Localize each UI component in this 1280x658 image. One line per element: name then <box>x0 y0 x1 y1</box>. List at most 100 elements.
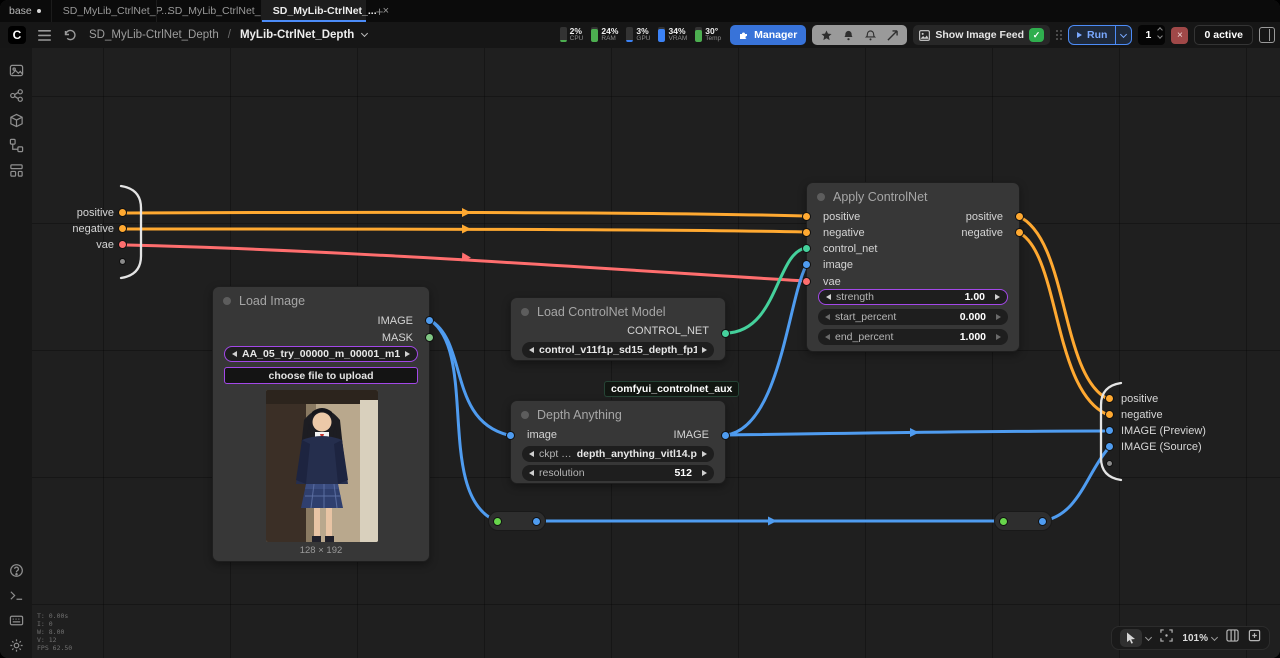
reroute-output-port[interactable] <box>1038 517 1047 526</box>
workflow-tab-2[interactable]: SD_MyLib_CtrlNet_S... <box>156 0 261 22</box>
increment-icon[interactable] <box>996 334 1001 340</box>
combo-next-icon[interactable] <box>702 451 707 457</box>
cancel-run-button[interactable]: × <box>1171 27 1188 44</box>
start-percent-widget[interactable]: start_percent 0.000 <box>818 309 1008 325</box>
image-file-combo-widget[interactable]: AA_05_try_00000_m_00001_m1 … <box>224 346 418 362</box>
minimap-button[interactable] <box>1226 629 1239 647</box>
output-port-positive[interactable] <box>1015 212 1024 221</box>
workspace-indicator[interactable]: base <box>0 0 51 22</box>
star-icon[interactable] <box>821 30 832 41</box>
reroute-node-2[interactable] <box>994 511 1052 531</box>
node-load-image[interactable]: Load Image IMAGE MASK AA_05_try_00000_m_… <box>212 286 430 562</box>
node-depth-anything-header[interactable]: Depth Anything <box>511 401 725 422</box>
decrement-icon[interactable] <box>825 314 830 320</box>
output-port-image[interactable] <box>425 316 434 325</box>
ckpt-combo-widget[interactable]: ckpt … depth_anything_vitl14.pth <box>522 446 714 462</box>
node-collapse-dot[interactable] <box>817 193 825 201</box>
decrement-icon[interactable] <box>826 294 831 300</box>
combo-prev-icon[interactable] <box>529 347 534 353</box>
increment-icon[interactable] <box>702 470 707 476</box>
drag-handle-icon[interactable] <box>1056 30 1062 40</box>
main-menu-icon[interactable] <box>38 30 51 41</box>
node-load-controlnet-header[interactable]: Load ControlNet Model <box>511 298 725 319</box>
subgraph-output-port-positive[interactable] <box>1105 394 1114 403</box>
node-collapse-dot[interactable] <box>223 297 231 305</box>
batch-stepper[interactable] <box>1158 28 1162 38</box>
reroute-input-port[interactable] <box>493 517 502 526</box>
node-load-image-header[interactable]: Load Image <box>213 287 429 308</box>
node-apply-controlnet-header[interactable]: Apply ControlNet <box>807 183 1019 204</box>
increment-icon[interactable] <box>996 314 1001 320</box>
combo-next-icon[interactable] <box>702 347 707 353</box>
notification-icon[interactable] <box>843 30 854 41</box>
manager-button[interactable]: Manager <box>730 25 806 45</box>
undo-icon[interactable] <box>63 29 76 41</box>
breadcrumb-subgraph[interactable]: MyLib-CtrlNet_Depth <box>240 29 354 41</box>
run-button[interactable]: Run <box>1069 26 1115 44</box>
node-load-controlnet-model[interactable]: Load ControlNet Model CONTROL_NET contro… <box>510 297 726 361</box>
reroute-output-port[interactable] <box>532 517 541 526</box>
increment-icon[interactable] <box>995 294 1000 300</box>
output-port-mask[interactable] <box>425 333 434 342</box>
subgraph-input-port-negative[interactable] <box>118 224 127 233</box>
combo-prev-icon[interactable] <box>529 451 534 457</box>
subgraph-input-port-positive[interactable] <box>118 208 127 217</box>
shortcuts-icon[interactable] <box>3 608 29 632</box>
run-options-chevron[interactable] <box>1115 26 1131 44</box>
input-port-image[interactable] <box>506 431 515 440</box>
combo-prev-icon[interactable] <box>232 351 237 357</box>
input-port-vae[interactable] <box>802 277 811 286</box>
node-apply-controlnet[interactable]: Apply ControlNet positive negative contr… <box>806 182 1020 352</box>
combo-next-icon[interactable] <box>405 351 410 357</box>
share-icon[interactable] <box>887 30 898 41</box>
subgraph-input-port-new[interactable] <box>119 258 126 265</box>
fit-view-button[interactable] <box>1160 629 1173 647</box>
input-port-negative[interactable] <box>802 228 811 237</box>
side-panel-toggle-icon[interactable] <box>1259 27 1275 43</box>
node-collapse-dot[interactable] <box>521 308 529 316</box>
output-port-control-net[interactable] <box>721 329 730 338</box>
output-port-negative[interactable] <box>1015 228 1024 237</box>
templates-icon[interactable] <box>3 158 29 182</box>
node-depth-anything[interactable]: Depth Anything image IMAGE ckpt … depth_… <box>510 400 726 484</box>
zoom-level-dropdown[interactable]: 101% <box>1182 633 1217 644</box>
tab-close-icon[interactable]: × <box>383 5 389 17</box>
subgraph-output-port-negative[interactable] <box>1105 410 1114 419</box>
strength-widget[interactable]: strength 1.00 <box>818 289 1008 305</box>
input-port-image[interactable] <box>802 260 811 269</box>
workflow-tab-1[interactable]: SD_MyLib_CtrlNet_P... <box>51 0 156 22</box>
settings-icon[interactable] <box>3 633 29 657</box>
show-image-feed-button[interactable]: Show Image Feed ✓ <box>913 25 1050 45</box>
subgraph-output-port-image-source[interactable] <box>1105 442 1114 451</box>
feed-toggle-icon[interactable]: ✓ <box>1029 28 1044 42</box>
select-tool-chevron-icon[interactable] <box>1145 633 1152 640</box>
input-port-control-net[interactable] <box>802 244 811 253</box>
select-tool-button[interactable] <box>1120 629 1142 647</box>
resolution-widget[interactable]: resolution 512 <box>522 465 714 481</box>
batch-count-input[interactable]: 1 <box>1138 25 1165 45</box>
output-port-image[interactable] <box>721 431 730 440</box>
breadcrumb-chevron-icon[interactable] <box>361 30 368 37</box>
breadcrumb-workflow-file[interactable]: SD_MyLib-CtrlNet_Depth <box>89 29 219 41</box>
bell-icon[interactable] <box>865 30 876 41</box>
workflows-icon[interactable] <box>3 133 29 157</box>
subgraph-output-port-new[interactable] <box>1106 460 1113 467</box>
model-library-icon[interactable] <box>3 108 29 132</box>
reroute-node-1[interactable] <box>488 511 546 531</box>
comfyui-logo[interactable]: C <box>8 26 26 44</box>
node-collapse-dot[interactable] <box>521 411 529 419</box>
active-jobs-badge[interactable]: 0 active <box>1194 25 1253 45</box>
choose-file-button[interactable]: choose file to upload <box>224 367 418 384</box>
controlnet-model-combo-widget[interactable]: control_v11f1p_sd15_depth_fp16… <box>522 342 714 358</box>
queue-icon[interactable] <box>3 58 29 82</box>
reroute-input-port[interactable] <box>999 517 1008 526</box>
input-port-positive[interactable] <box>802 212 811 221</box>
workflow-tab-3-active[interactable]: SD_MyLib-CtrlNet_... × <box>261 0 366 22</box>
decrement-icon[interactable] <box>825 334 830 340</box>
subgraph-input-port-vae[interactable] <box>118 240 127 249</box>
terminal-icon[interactable] <box>3 583 29 607</box>
focus-mode-button[interactable] <box>1248 629 1261 647</box>
node-library-icon[interactable] <box>3 83 29 107</box>
end-percent-widget[interactable]: end_percent 1.000 <box>818 329 1008 345</box>
decrement-icon[interactable] <box>529 470 534 476</box>
